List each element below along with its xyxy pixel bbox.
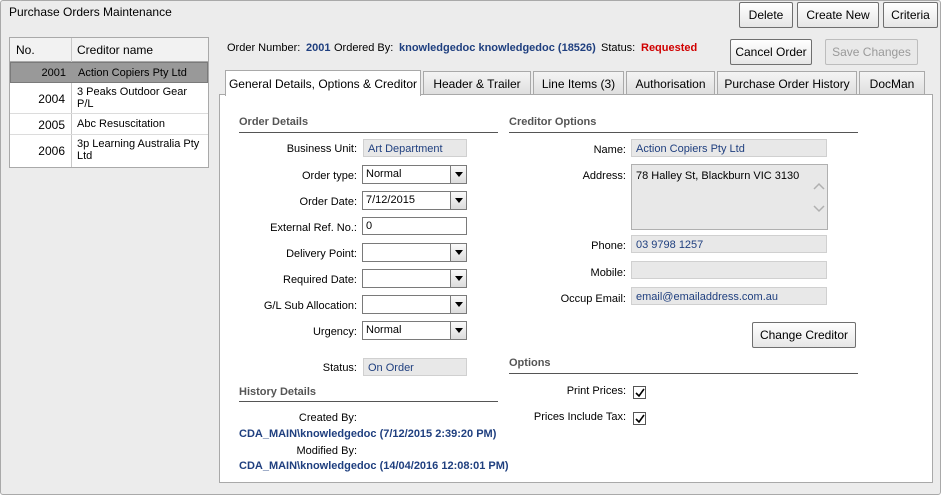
created-by-label: Created By: [298,412,357,424]
address-label: Address: [582,170,626,182]
order-type-select[interactable]: Normal [362,165,467,184]
created-by-value: CDA_MAIN\knowledgedoc (7/12/2015 2:39:20… [239,428,497,440]
tab-authorisation[interactable]: Authorisation [626,71,715,95]
prices-include-tax-checkbox[interactable] [633,412,646,425]
creditor-number: 2005 [38,118,65,132]
history-details-divider [239,401,498,402]
creditor-name: Action Copiers Pty Ltd [78,67,187,79]
order-details-divider [239,132,498,133]
phone-value: 03 9798 1257 [631,235,827,253]
chevron-down-icon[interactable] [450,270,466,287]
list-item[interactable]: 2005 Abc Resuscitation [10,114,208,135]
detail-status-label: Status: [322,362,357,374]
column-header-creditor-name[interactable]: Creditor name [77,43,153,57]
change-creditor-button[interactable]: Change Creditor [752,322,856,348]
chevron-down-icon[interactable] [450,192,466,209]
mobile-label: Mobile: [590,267,626,279]
order-status-label: Status: [601,42,636,54]
creditor-list: No. Creditor name 2001 Action Copiers Pt… [9,37,209,168]
chevron-down-icon[interactable] [450,244,466,261]
modified-by-label: Modified By: [296,445,357,457]
creditor-list-header: No. Creditor name [10,38,208,62]
occup-email-value: email@emailaddress.com.au [631,287,827,305]
creditor-number: 2006 [38,144,65,158]
external-ref-input[interactable]: 0 [362,217,467,235]
tab-line-items[interactable]: Line Items (3) [533,71,624,95]
modified-by-value: CDA_MAIN\knowledgedoc (14/04/2016 12:08:… [239,460,509,472]
history-details-heading: History Details [239,386,317,398]
gl-sub-allocation-select[interactable] [362,295,467,314]
create-new-button[interactable]: Create New [797,2,879,28]
address-value: 78 Halley St, Blackburn VIC 3130 [636,170,800,182]
order-number-label: Order Number: [227,42,301,54]
creditor-name-label: Name: [593,144,626,156]
urgency-select[interactable]: Normal [362,321,467,340]
tab-docman[interactable]: DocMan [859,71,925,95]
chevron-down-icon[interactable] [450,166,466,183]
save-changes-button[interactable]: Save Changes [825,39,918,65]
prices-include-tax-label: Prices Include Tax: [533,411,626,423]
general-details-panel: Order Details Business Unit: Art Departm… [219,94,933,483]
occup-email-label: Occup Email: [560,293,626,305]
scroll-down-icon[interactable] [813,202,825,216]
window-title: Purchase Orders Maintenance [9,5,172,19]
address-textarea[interactable]: 78 Halley St, Blackburn VIC 3130 [631,164,828,230]
ordered-by-label: Ordered By: [334,42,394,54]
creditor-number: 2004 [38,92,65,106]
column-header-no[interactable]: No. [16,43,35,57]
list-item[interactable]: 2001 Action Copiers Pty Ltd [10,62,208,83]
required-date-label: Required Date: [283,274,357,286]
ordered-by-value: knowledgedoc knowledgedoc (18526) [399,42,596,54]
checkmark-icon [634,388,645,397]
options-heading: Options [509,357,551,369]
tab-general-details[interactable]: General Details, Options & Creditor [225,70,421,96]
mobile-value [631,261,827,279]
order-type-value: Normal [366,168,402,180]
options-divider [509,373,858,374]
delete-button[interactable]: Delete [739,2,793,28]
delivery-point-label: Delivery Point: [286,248,357,260]
order-number-value: 2001 [306,42,331,54]
cancel-order-button[interactable]: Cancel Order [730,39,812,65]
creditor-name: 3 Peaks Outdoor Gear P/L [77,86,188,110]
business-unit-value: Art Department [363,139,467,157]
criteria-button[interactable]: Criteria [883,2,938,28]
creditor-number: 2001 [41,67,66,79]
gl-sub-allocation-label: G/L Sub Allocation: [263,300,357,312]
order-type-label: Order type: [301,170,357,182]
tab-header-trailer[interactable]: Header & Trailer [423,71,531,95]
order-date-label: Order Date: [299,196,357,208]
purchase-orders-window: Purchase Orders Maintenance Delete Creat… [0,0,941,495]
chevron-down-icon[interactable] [450,296,466,313]
creditor-options-divider [509,132,858,133]
list-item[interactable]: 2006 3p Learning Australia Pty Ltd [10,135,208,167]
order-date-value: 7/12/2015 [366,194,415,206]
print-prices-checkbox[interactable] [633,386,646,399]
order-date-picker[interactable]: 7/12/2015 [362,191,467,210]
urgency-value: Normal [366,324,402,336]
scroll-up-icon[interactable] [813,179,825,193]
phone-label: Phone: [591,240,626,252]
delivery-point-select[interactable] [362,243,467,262]
order-details-heading: Order Details [239,116,309,128]
chevron-down-icon[interactable] [450,322,466,339]
creditor-name: Abc Resuscitation [77,118,166,130]
list-item[interactable]: 2004 3 Peaks Outdoor Gear P/L [10,83,208,114]
required-date-picker[interactable] [362,269,467,288]
creditor-options-heading: Creditor Options [509,116,597,128]
print-prices-label: Print Prices: [566,385,626,397]
creditor-name: 3p Learning Australia Pty Ltd [77,138,200,162]
urgency-label: Urgency: [312,326,357,338]
detail-status-value: On Order [363,358,467,376]
business-unit-label: Business Unit: [286,143,357,155]
external-ref-label: External Ref. No.: [270,222,357,234]
creditor-name-value: Action Copiers Pty Ltd [631,139,827,157]
order-status-value: Requested [641,42,698,54]
tab-purchase-order-history[interactable]: Purchase Order History [717,71,857,95]
checkmark-icon [634,414,645,423]
